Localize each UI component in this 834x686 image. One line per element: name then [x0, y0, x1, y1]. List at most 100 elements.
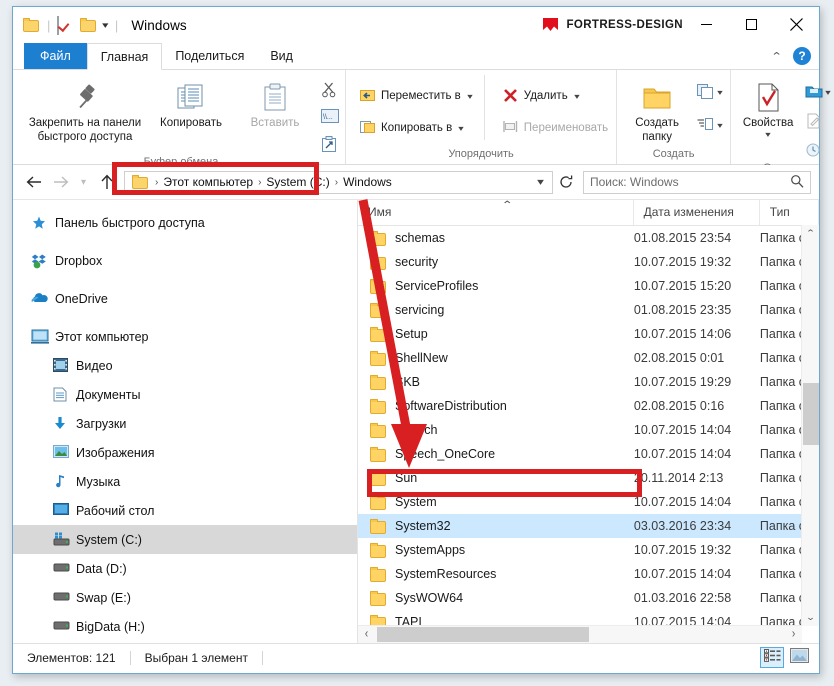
rename-button[interactable]: Переименовать — [499, 116, 612, 140]
tab-view[interactable]: Вид — [257, 43, 306, 69]
sidebar-item-pictures[interactable]: Изображения — [13, 438, 357, 467]
scroll-left-button[interactable]: ‹ — [358, 628, 375, 642]
sidebar-item-this-pc[interactable]: Этот компьютер — [13, 322, 357, 351]
scroll-down-button[interactable]: ⌄ — [799, 609, 819, 626]
table-row[interactable]: servicing 01.08.2015 23:35 Папка с — [358, 298, 819, 322]
close-button[interactable] — [774, 7, 819, 41]
details-view-button[interactable] — [760, 647, 784, 668]
move-to-button[interactable]: Переместить в ▾ — [356, 84, 476, 108]
new-folder-button[interactable]: Создать папку — [621, 75, 693, 144]
copy-path-button[interactable]: \\... — [317, 105, 341, 129]
copy-button[interactable]: Копировать — [149, 75, 233, 130]
recent-locations-button[interactable]: ▾ — [75, 169, 92, 195]
table-row[interactable]: SoftwareDistribution 02.08.2015 0:16 Пап… — [358, 394, 819, 418]
horizontal-scroll-track[interactable] — [375, 626, 785, 643]
breadcrumb-windows[interactable]: Windows — [340, 175, 395, 189]
file-date: 10.07.2015 15:20 — [633, 279, 732, 293]
file-name: Speech — [395, 423, 438, 437]
paste-shortcut-button[interactable] — [317, 132, 341, 156]
breadcrumb-system-c[interactable]: System (C:) — [263, 175, 332, 189]
copy-to-button[interactable]: Копировать в ▾ — [356, 116, 476, 140]
forward-button[interactable] — [48, 169, 73, 195]
scroll-up-button[interactable]: ⌃ — [799, 225, 819, 242]
sidebar-item-downloads[interactable]: Загрузки — [13, 409, 357, 438]
chevron-down-icon[interactable]: ▾ — [825, 88, 830, 97]
vertical-scroll-thumb[interactable] — [803, 383, 819, 445]
sidebar-item-onedrive[interactable]: OneDrive — [13, 284, 357, 313]
table-row[interactable]: security 10.07.2015 19:32 Папка с — [358, 250, 819, 274]
folder-icon — [370, 422, 387, 438]
chevron-down-icon[interactable]: ▾ — [459, 124, 464, 133]
chevron-down-icon[interactable]: ▾ — [467, 92, 472, 101]
table-row[interactable]: Sun 20.11.2014 2:13 Папка с — [358, 466, 819, 490]
column-header-name[interactable]: Имя — [358, 200, 634, 225]
chevron-down-icon[interactable]: ▾ — [574, 92, 579, 101]
ribbon-group-new: Создать папку ▾ ▾ Создать — [617, 70, 732, 164]
table-row[interactable]: ShellNew 02.08.2015 0:01 Папка с — [358, 346, 819, 370]
large-icons-view-button[interactable] — [787, 647, 811, 668]
minimize-button[interactable] — [684, 7, 729, 41]
sidebar-item-quick-access[interactable]: Панель быстрого доступа — [13, 208, 357, 237]
pin-to-quick-access-button[interactable]: Закрепить на панели быстрого доступа — [21, 75, 149, 144]
easy-access-button[interactable]: ▾ — [693, 113, 726, 137]
horizontal-scrollbar[interactable]: ‹ › — [358, 625, 802, 643]
properties-button[interactable]: Свойства ▾ — [735, 75, 801, 140]
table-row[interactable]: ServiceProfiles 10.07.2015 15:20 Папка с — [358, 274, 819, 298]
new-item-button[interactable]: ▾ — [693, 80, 726, 104]
table-row[interactable]: SystemApps 10.07.2015 19:32 Папка с — [358, 538, 819, 562]
chevron-down-icon[interactable]: ▾ — [102, 20, 108, 30]
sidebar-item-system-c[interactable]: System (C:) — [13, 525, 357, 554]
sidebar-item-data-d[interactable]: Data (D:) — [13, 554, 357, 583]
refresh-button[interactable] — [555, 171, 577, 194]
chevron-up-icon[interactable]: ⌃ — [770, 50, 782, 63]
delete-button[interactable]: Удалить ▾ — [499, 84, 612, 108]
open-button[interactable]: ▾ — [801, 80, 834, 104]
search-input[interactable]: Поиск: Windows — [583, 170, 811, 194]
help-button[interactable]: ? — [793, 47, 811, 65]
vertical-scrollbar[interactable]: ⌃ ⌄ — [801, 225, 819, 626]
table-row[interactable]: schemas 01.08.2015 23:54 Папка с — [358, 226, 819, 250]
paste-button[interactable]: Вставить — [233, 75, 317, 130]
tab-share[interactable]: Поделиться — [162, 43, 257, 69]
horizontal-scroll-thumb[interactable] — [377, 627, 589, 642]
column-header-date[interactable]: Дата изменения — [634, 200, 760, 225]
search-icon[interactable] — [790, 174, 804, 191]
column-header-type[interactable]: Тип — [760, 200, 819, 225]
sidebar-item-videos[interactable]: Видео — [13, 351, 357, 380]
chevron-down-icon[interactable]: ▾ — [530, 177, 550, 188]
table-row[interactable]: SKB 10.07.2015 19:29 Папка с — [358, 370, 819, 394]
scroll-right-button[interactable]: › — [785, 628, 802, 642]
sidebar-item-desktop[interactable]: Рабочий стол — [13, 496, 357, 525]
table-row[interactable]: System 10.07.2015 14:04 Папка с — [358, 490, 819, 514]
tab-file[interactable]: Файл — [24, 43, 87, 69]
history-button[interactable] — [801, 138, 834, 162]
back-button[interactable] — [21, 169, 46, 195]
table-row[interactable]: Setup 10.07.2015 14:06 Папка с — [358, 322, 819, 346]
table-row[interactable]: Speech 10.07.2015 14:04 Папка с — [358, 418, 819, 442]
sidebar-item-bigdata-h[interactable]: BigData (H:) — [13, 612, 357, 641]
sidebar-item-music[interactable]: Музыка — [13, 467, 357, 496]
table-row[interactable]: SystemResources 10.07.2015 14:04 Папка с — [358, 562, 819, 586]
chevron-down-icon[interactable]: ▾ — [717, 88, 722, 97]
cut-button[interactable] — [317, 78, 341, 102]
maximize-button[interactable] — [729, 7, 774, 41]
address-bar[interactable]: › Этот компьютер › System (C:) › Windows… — [124, 170, 553, 194]
chevron-down-icon[interactable]: ▾ — [765, 130, 770, 140]
table-row[interactable]: SysWOW64 01.03.2016 22:58 Папка с — [358, 586, 819, 610]
folder-icon[interactable] — [23, 18, 40, 32]
sidebar-item-dropbox[interactable]: Dropbox — [13, 246, 357, 275]
sidebar-item-documents[interactable]: Документы — [13, 380, 357, 409]
quick-access-toolbar: | ▾ | Windows — [13, 7, 187, 43]
brand-watermark: FORTRESS-DESIGN — [542, 17, 683, 33]
table-row[interactable]: Speech_OneCore 10.07.2015 14:04 Папка с — [358, 442, 819, 466]
up-button[interactable] — [94, 169, 119, 195]
properties-checkmark-icon[interactable] — [57, 16, 74, 35]
sidebar-item-swap-e[interactable]: Swap (E:) — [13, 583, 357, 612]
new-folder-icon[interactable] — [80, 18, 97, 32]
tab-home[interactable]: Главная — [86, 43, 163, 70]
edit-button[interactable] — [801, 109, 834, 133]
table-row-selected[interactable]: System32 03.03.2016 23:34 Папка с — [358, 514, 819, 538]
open-small-buttons: ▾ — [801, 75, 834, 162]
breadcrumb-this-pc[interactable]: Этот компьютер — [160, 175, 256, 189]
chevron-down-icon[interactable]: ▾ — [717, 121, 722, 130]
